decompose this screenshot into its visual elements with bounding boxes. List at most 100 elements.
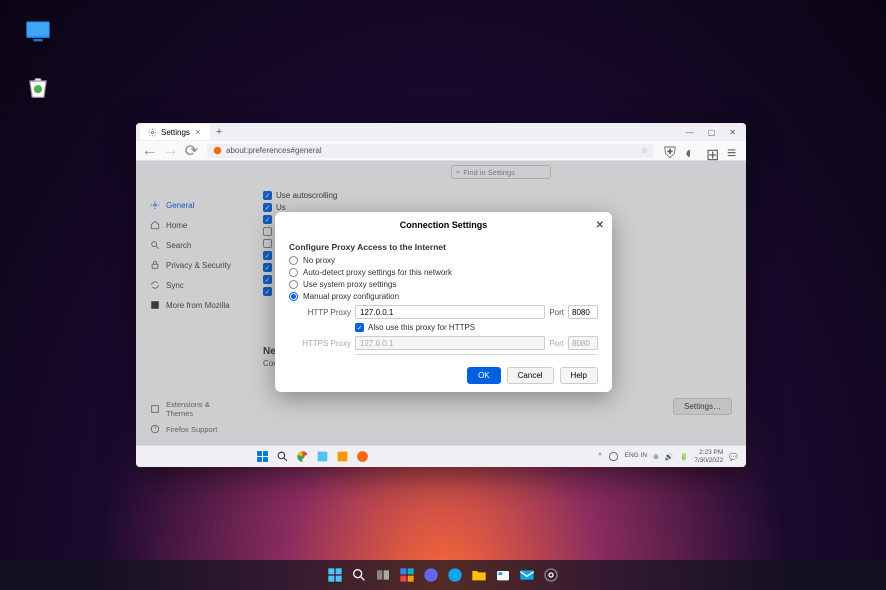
settings-sidebar: General Home Search Privacy & Security S… <box>136 161 251 445</box>
window-close-button[interactable]: ✕ <box>729 128 736 137</box>
checkbox-icon: ✓ <box>263 215 272 224</box>
clock[interactable]: 2:23 PM 7/30/2022 <box>694 449 723 463</box>
find-placeholder: Find in Settings <box>463 168 515 177</box>
new-tab-button[interactable]: + <box>216 126 222 138</box>
sidebar-label: Extensions & Themes <box>166 400 237 418</box>
app-menu-button[interactable]: ≡ <box>727 145 738 156</box>
home-icon <box>150 220 160 230</box>
sidebar-extensions-themes[interactable]: Extensions & Themes <box>144 397 243 421</box>
mozilla-icon <box>150 300 160 310</box>
http-port-input[interactable] <box>568 305 598 319</box>
ok-button[interactable]: OK <box>467 367 501 384</box>
dialog-close-button[interactable]: ✕ <box>596 220 604 231</box>
extensions-icon[interactable]: ⊞ <box>706 145 717 156</box>
https-port-input <box>568 336 598 350</box>
checkbox-icon: ✓ <box>263 275 272 284</box>
gear-icon <box>148 128 157 137</box>
sidebar-item-general[interactable]: General <box>144 195 243 215</box>
radio-icon <box>289 268 298 277</box>
cancel-button[interactable]: Cancel <box>507 367 554 384</box>
bookmark-star-icon[interactable]: ☆ <box>641 146 648 155</box>
network-settings-button[interactable]: Settings… <box>673 398 732 415</box>
radio-auto-detect[interactable]: Auto-detect proxy settings for this netw… <box>289 268 598 277</box>
tray-chevron-icon[interactable]: ^ <box>598 453 601 460</box>
firefox-icon[interactable] <box>356 450 369 463</box>
sidebar-label: Firefox Support <box>166 425 217 434</box>
desktop-icon-this-pc[interactable] <box>18 18 58 46</box>
tab-title: Settings <box>161 128 190 137</box>
volume-icon[interactable]: 🔊 <box>665 453 674 461</box>
window-minimize-button[interactable]: — <box>686 128 694 137</box>
start-button[interactable] <box>326 566 344 584</box>
sidebar-label: Search <box>166 241 191 250</box>
sidebar-item-privacy[interactable]: Privacy & Security <box>144 255 243 275</box>
wifi-icon[interactable]: ⊚ <box>653 453 659 461</box>
dialog-title: Connection Settings ✕ <box>275 212 612 238</box>
url-bar[interactable]: about:preferences#general ☆ <box>207 144 654 158</box>
edge-button[interactable] <box>446 566 464 584</box>
checkbox-icon: ✓ <box>263 203 272 212</box>
sync-icon <box>150 280 160 290</box>
back-button[interactable]: ← <box>144 145 155 156</box>
sidebar-item-sync[interactable]: Sync <box>144 275 243 295</box>
https-port-label: Port <box>549 339 564 348</box>
divider <box>355 354 598 355</box>
checkbox-icon <box>263 227 272 236</box>
tab-settings[interactable]: Settings × <box>140 124 210 140</box>
checkbox-icon <box>263 239 272 248</box>
http-proxy-label: HTTP Proxy <box>301 308 351 317</box>
desktop-icon-recycle-bin[interactable] <box>18 74 58 102</box>
checkbox-icon: ✓ <box>263 263 272 272</box>
sidebar-label: Sync <box>166 281 184 290</box>
app-icon[interactable] <box>336 450 349 463</box>
sidebar-label: Privacy & Security <box>166 261 231 270</box>
radio-system-proxy[interactable]: Use system proxy settings <box>289 280 598 289</box>
shield-icon[interactable]: ⛨ <box>664 145 675 156</box>
task-view-button[interactable] <box>374 566 392 584</box>
store-button[interactable] <box>494 566 512 584</box>
tab-close-button[interactable]: × <box>194 128 202 136</box>
search-icon[interactable] <box>276 450 289 463</box>
sidebar-item-more-mozilla[interactable]: More from Mozilla <box>144 295 243 315</box>
reload-button[interactable]: ⟳ <box>186 145 197 156</box>
https-proxy-label: HTTPS Proxy <box>301 339 351 348</box>
radio-icon <box>289 292 298 301</box>
sidebar-item-home[interactable]: Home <box>144 215 243 235</box>
file-explorer-button[interactable] <box>470 566 488 584</box>
checkbox-row[interactable]: ✓Us <box>263 203 734 212</box>
help-button[interactable]: Help <box>560 367 598 384</box>
puzzle-icon <box>150 404 160 414</box>
battery-icon[interactable]: 🔋 <box>680 453 689 461</box>
language-indicator[interactable]: ENG IN <box>625 453 647 460</box>
sidebar-firefox-support[interactable]: ? Firefox Support <box>144 421 243 437</box>
mail-button[interactable] <box>518 566 536 584</box>
checkbox-icon: ✓ <box>355 323 364 332</box>
chrome-icon[interactable] <box>296 450 309 463</box>
browser-toolbar: ← → ⟳ about:preferences#general ☆ ⛨ ◐ ⊞ … <box>136 141 746 161</box>
account-icon[interactable]: ◐ <box>685 145 696 156</box>
taskbar-search-button[interactable] <box>350 566 368 584</box>
help-icon: ? <box>150 424 160 434</box>
chrome-tray-icon[interactable] <box>608 451 619 462</box>
checkbox-icon: ✓ <box>263 287 272 296</box>
notifications-icon[interactable]: 💬 <box>729 453 738 461</box>
https-proxy-input <box>355 336 545 350</box>
forward-button[interactable]: → <box>165 145 176 156</box>
search-icon: ⌕ <box>456 167 460 177</box>
window-maximize-button[interactable]: ▢ <box>708 128 716 137</box>
also-use-https-checkbox[interactable]: ✓ Also use this proxy for HTTPS <box>355 323 598 332</box>
windows-taskbar <box>0 560 886 590</box>
http-proxy-input[interactable] <box>355 305 545 319</box>
checkbox-autoscrolling[interactable]: ✓Use autoscrolling <box>263 191 734 200</box>
sidebar-item-search[interactable]: Search <box>144 235 243 255</box>
app-icon[interactable] <box>316 450 329 463</box>
widgets-button[interactable] <box>398 566 416 584</box>
radio-no-proxy[interactable]: No proxy <box>289 256 598 265</box>
http-port-label: Port <box>549 308 564 317</box>
radio-manual-proxy[interactable]: Manual proxy configuration <box>289 292 598 301</box>
recycle-bin-icon <box>24 74 52 102</box>
chat-button[interactable] <box>422 566 440 584</box>
settings-button[interactable] <box>542 566 560 584</box>
windows-start-icon[interactable] <box>256 450 269 463</box>
find-in-settings-input[interactable]: ⌕ Find in Settings <box>451 165 551 179</box>
